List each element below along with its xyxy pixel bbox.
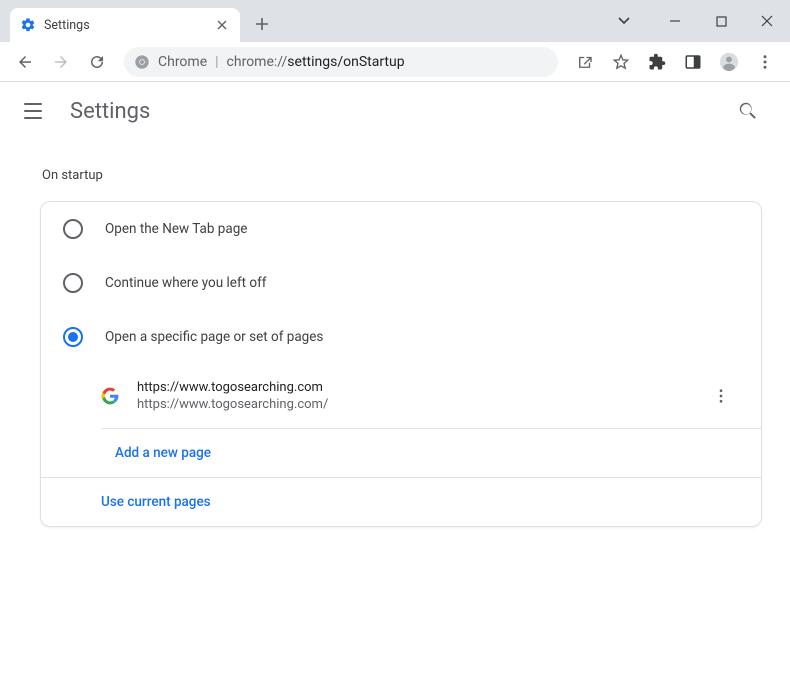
window-controls <box>606 0 790 42</box>
add-page-label: Add a new page <box>115 445 211 461</box>
startup-page-text: https://www.togosearching.com https://ww… <box>137 380 685 412</box>
content: On startup Open the New Tab page Continu… <box>0 140 790 527</box>
forward-button <box>44 46 78 78</box>
bookmark-icon[interactable] <box>604 46 638 78</box>
share-icon[interactable] <box>568 46 602 78</box>
startup-page-title: https://www.togosearching.com <box>137 380 685 395</box>
search-button[interactable] <box>728 91 768 131</box>
startup-card: Open the New Tab page Continue where you… <box>40 201 762 527</box>
chrome-icon <box>134 54 150 70</box>
radio-label: Continue where you left off <box>105 275 267 291</box>
close-window-button[interactable] <box>744 4 790 38</box>
maximize-button[interactable] <box>698 4 744 38</box>
menu-icon[interactable] <box>748 46 782 78</box>
toolbar-right <box>568 46 782 78</box>
omnibox-scheme: Chrome <box>158 54 207 70</box>
radio-icon-selected <box>63 327 83 347</box>
menu-button[interactable] <box>22 99 46 123</box>
more-actions-button[interactable] <box>703 378 739 414</box>
use-current-label: Use current pages <box>101 494 211 510</box>
radio-specific-pages[interactable]: Open a specific page or set of pages <box>41 310 761 364</box>
radio-label: Open a specific page or set of pages <box>105 329 323 345</box>
omnibox[interactable]: Chrome | chrome://settings/onStartup <box>124 47 558 77</box>
radio-icon <box>63 219 83 239</box>
add-page-button[interactable]: Add a new page <box>41 429 761 477</box>
chevron-down-icon[interactable] <box>606 14 642 28</box>
new-tab-button[interactable] <box>248 10 276 38</box>
google-icon <box>101 387 119 405</box>
omnibox-separator: | <box>215 54 218 70</box>
back-button[interactable] <box>8 46 42 78</box>
gear-icon <box>20 17 36 33</box>
radio-continue[interactable]: Continue where you left off <box>41 256 761 310</box>
titlebar: Settings <box>0 0 790 42</box>
browser-tab[interactable]: Settings <box>10 8 240 42</box>
minimize-button[interactable] <box>652 4 698 38</box>
profile-icon[interactable] <box>712 46 746 78</box>
startup-page-row: https://www.togosearching.com https://ww… <box>41 364 761 428</box>
omnibox-url: chrome://settings/onStartup <box>227 54 405 70</box>
radio-open-new-tab[interactable]: Open the New Tab page <box>41 202 761 256</box>
settings-header: Settings <box>0 82 790 140</box>
reload-button[interactable] <box>80 46 114 78</box>
radio-label: Open the New Tab page <box>105 221 247 237</box>
page-title: Settings <box>70 99 704 124</box>
tab-title: Settings <box>44 18 206 33</box>
radio-icon <box>63 273 83 293</box>
toolbar: Chrome | chrome://settings/onStartup <box>0 42 790 82</box>
sidepanel-icon[interactable] <box>676 46 710 78</box>
extensions-icon[interactable] <box>640 46 674 78</box>
section-label: On startup <box>42 168 762 183</box>
close-icon[interactable] <box>214 17 230 33</box>
startup-page-url: https://www.togosearching.com/ <box>137 397 685 412</box>
use-current-button[interactable]: Use current pages <box>41 478 761 526</box>
